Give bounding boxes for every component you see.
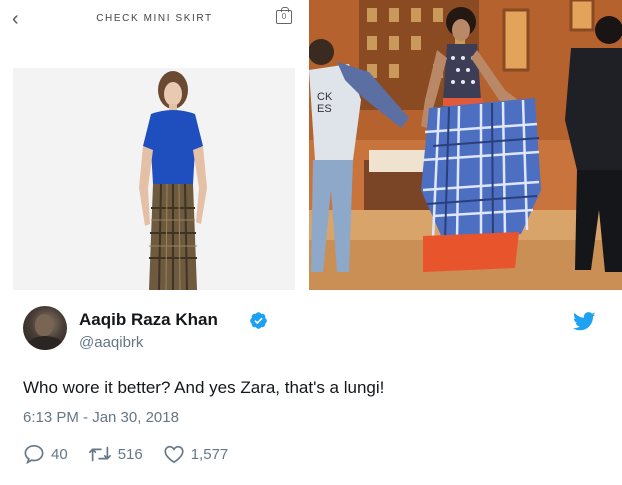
retweet-button[interactable]: 516 xyxy=(88,445,143,463)
avatar-face xyxy=(35,314,53,336)
svg-text:ES: ES xyxy=(317,103,332,115)
tweet-card[interactable]: Aaqib Raza Khan @aaqibrk Who wore it bet… xyxy=(0,290,622,485)
tweet-timestamp[interactable]: 6:13 PM - Jan 30, 2018 xyxy=(23,409,179,426)
avatar[interactable] xyxy=(23,306,67,350)
author-handle[interactable]: @aaqibrk xyxy=(79,334,143,351)
reply-icon xyxy=(24,444,44,464)
tweet-text: Who wore it better? And yes Zara, that's… xyxy=(23,378,385,397)
heart-icon xyxy=(164,445,184,464)
reply-button[interactable]: 40 xyxy=(23,444,68,464)
zara-product-screenshot[interactable]: ‹ CHECK MINI SKIRT 0 xyxy=(0,0,309,290)
retweet-count: 516 xyxy=(117,445,143,463)
stage-scene: CK ES xyxy=(309,0,622,290)
tweet-actions: 40 516 1,577 xyxy=(23,442,248,466)
model-figure xyxy=(139,71,207,290)
product-title: CHECK MINI SKIRT xyxy=(96,13,213,24)
bag-count: 0 xyxy=(281,12,287,21)
svg-text:CK: CK xyxy=(317,91,333,103)
like-count: 1,577 xyxy=(190,445,229,463)
product-photo xyxy=(13,68,295,290)
reply-count: 40 xyxy=(51,445,68,463)
shopping-bag-icon: 0 xyxy=(276,7,292,24)
retweet-icon xyxy=(88,446,111,462)
author-name[interactable]: Aaqib Raza Khan xyxy=(79,310,218,330)
twitter-bird-icon[interactable] xyxy=(573,312,596,331)
tweet-media[interactable]: ‹ CHECK MINI SKIRT 0 CK ES xyxy=(0,0,622,290)
stage-photo[interactable]: CK ES xyxy=(309,0,622,290)
like-button[interactable]: 1,577 xyxy=(163,444,229,464)
shop-header: ‹ CHECK MINI SKIRT 0 xyxy=(0,0,309,38)
verified-badge-icon xyxy=(250,312,267,329)
avatar-body xyxy=(27,336,63,350)
